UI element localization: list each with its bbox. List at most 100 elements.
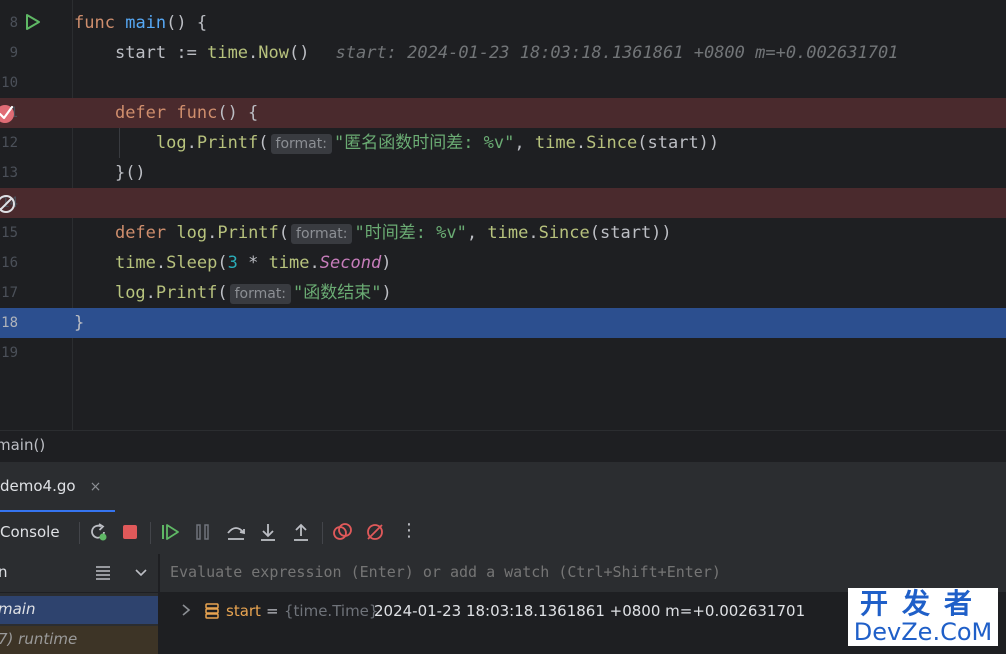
- watermark-top: 开发者: [859, 587, 986, 620]
- code-line-12[interactable]: 12 log.Printf(format: "匿名函数时间差: %v", time…: [0, 128, 1006, 158]
- comma: ,: [514, 133, 535, 153]
- frame-item[interactable]: main: [0, 596, 158, 624]
- code-line-16[interactable]: 16 time.Sleep(3 * time.Second): [0, 248, 1006, 278]
- string-literal: "函数结束": [293, 283, 382, 303]
- keyword: defer: [114, 103, 167, 123]
- stop-icon[interactable]: [119, 521, 141, 543]
- line-number: 19: [1, 345, 18, 361]
- breadcrumb[interactable]: main(): [0, 436, 45, 454]
- paren: (: [217, 253, 228, 273]
- watermark-logo: 开发者 DevZe.CoM: [848, 588, 998, 646]
- paren: ): [381, 283, 392, 303]
- comma: ,: [466, 223, 488, 243]
- keyword: func: [176, 103, 218, 123]
- toolbar-divider: [79, 522, 80, 544]
- line-number: 15: [1, 225, 18, 241]
- line-number: 13: [1, 165, 18, 181]
- code-text: () {: [166, 13, 208, 33]
- operator: *: [237, 253, 269, 273]
- method-call: Since: [586, 133, 638, 153]
- step-out-icon[interactable]: [290, 521, 312, 543]
- package-name: time: [114, 253, 156, 273]
- line-number: 9: [9, 45, 18, 61]
- tab-label: demo4.go: [0, 477, 76, 495]
- toolbar-divider: [322, 522, 323, 544]
- code-editor[interactable]: 8 func main() { 9 start := time.Now() sta…: [0, 0, 1006, 430]
- debug-session-tab[interactable]: demo4.go ×: [0, 462, 116, 513]
- struct-field-icon: [205, 603, 219, 619]
- breakpoint-icon[interactable]: [0, 103, 16, 123]
- dot: .: [155, 253, 167, 273]
- rerun-icon[interactable]: [87, 521, 109, 543]
- parens: (): [289, 43, 310, 63]
- operator: :=: [166, 43, 208, 63]
- code-line-17[interactable]: 17 log.Printf(format: "函数结束"): [0, 278, 1006, 308]
- paren: (: [217, 283, 228, 303]
- parameter-hint: format:: [270, 134, 332, 154]
- dot: .: [186, 133, 197, 153]
- method-call: Since: [538, 223, 590, 243]
- code-line-18-current[interactable]: 18 }: [0, 308, 1006, 338]
- inline-debug-value: start: 2024-01-23 18:03:18.1361861 +0800…: [335, 43, 899, 63]
- resume-icon[interactable]: [159, 521, 181, 543]
- method-call: Now: [258, 43, 290, 63]
- parameter-hint: format:: [229, 284, 292, 304]
- code-line-19[interactable]: 19: [0, 338, 1006, 368]
- console-tab[interactable]: Console: [0, 523, 60, 541]
- step-into-icon[interactable]: [257, 521, 279, 543]
- variable-value: 2024-01-23 18:03:18.1361861 +0800 m=+0.0…: [374, 602, 806, 620]
- line-number: 8: [9, 15, 18, 31]
- paren: (: [278, 223, 290, 243]
- step-over-icon[interactable]: [225, 521, 247, 543]
- line-number: 18: [1, 315, 18, 331]
- more-options-icon[interactable]: ⋮: [400, 520, 418, 541]
- code-text: () {: [217, 103, 259, 123]
- thread-selector[interactable]: n: [0, 554, 158, 593]
- variable-type: {time.Time}: [284, 602, 379, 620]
- indent-guide: [119, 128, 120, 158]
- breadcrumb-bar: main(): [0, 430, 1006, 461]
- identifier: start: [114, 43, 167, 63]
- dot: .: [207, 223, 218, 243]
- code-line-8[interactable]: 8 func main() {: [0, 8, 1006, 38]
- line-number: 16: [1, 255, 18, 271]
- code-line-10[interactable]: 10: [0, 68, 1006, 98]
- pause-icon[interactable]: [192, 521, 214, 543]
- dot: .: [528, 223, 539, 243]
- frame-label: 7) runtime: [0, 630, 78, 648]
- toolbar-divider: [150, 522, 151, 544]
- variable-equals: =: [266, 602, 279, 620]
- keyword: defer: [114, 223, 167, 243]
- muted-breakpoint-icon[interactable]: [0, 193, 18, 215]
- code-line-9[interactable]: 9 start := time.Now() start: 2024-01-23 1…: [0, 38, 1006, 68]
- function-name: main: [125, 13, 167, 33]
- dot: .: [248, 43, 259, 63]
- frame-item[interactable]: 7) runtime: [0, 626, 158, 654]
- evaluate-expression-input[interactable]: [170, 563, 870, 581]
- keyword: func: [74, 13, 115, 33]
- method-call: Sleep: [166, 253, 218, 273]
- close-icon[interactable]: ×: [90, 479, 102, 495]
- debug-toolbar: Console ⋮: [0, 512, 1006, 555]
- package-name: time: [268, 253, 310, 273]
- variable-name: start: [226, 602, 261, 620]
- package-name: time: [534, 133, 576, 153]
- code-text: }(): [114, 163, 146, 183]
- parameter-hint: format:: [291, 224, 353, 244]
- watermark-bottom: DevZe.CoM: [853, 618, 993, 646]
- code-line-11[interactable]: 11 defer func() {: [0, 98, 1006, 128]
- code-line-15[interactable]: 15 defer log.Printf(format: "时间差: %v", ti…: [0, 218, 1006, 248]
- code-line-13[interactable]: 13 }(): [0, 158, 1006, 188]
- chevron-right-icon[interactable]: [180, 602, 192, 618]
- chevron-down-icon[interactable]: [134, 566, 148, 580]
- filter-list-icon[interactable]: [94, 564, 112, 582]
- run-icon[interactable]: [24, 13, 42, 31]
- line-number: 12: [1, 135, 18, 151]
- mute-breakpoints-icon[interactable]: [364, 521, 386, 543]
- package-name: log: [176, 223, 208, 243]
- code-text: }: [74, 313, 85, 333]
- view-breakpoints-icon[interactable]: [331, 521, 353, 543]
- code-line-14[interactable]: 14: [0, 188, 1006, 218]
- method-call: Printf: [155, 283, 218, 303]
- frames-panel: n main 7) runtime: [0, 554, 159, 654]
